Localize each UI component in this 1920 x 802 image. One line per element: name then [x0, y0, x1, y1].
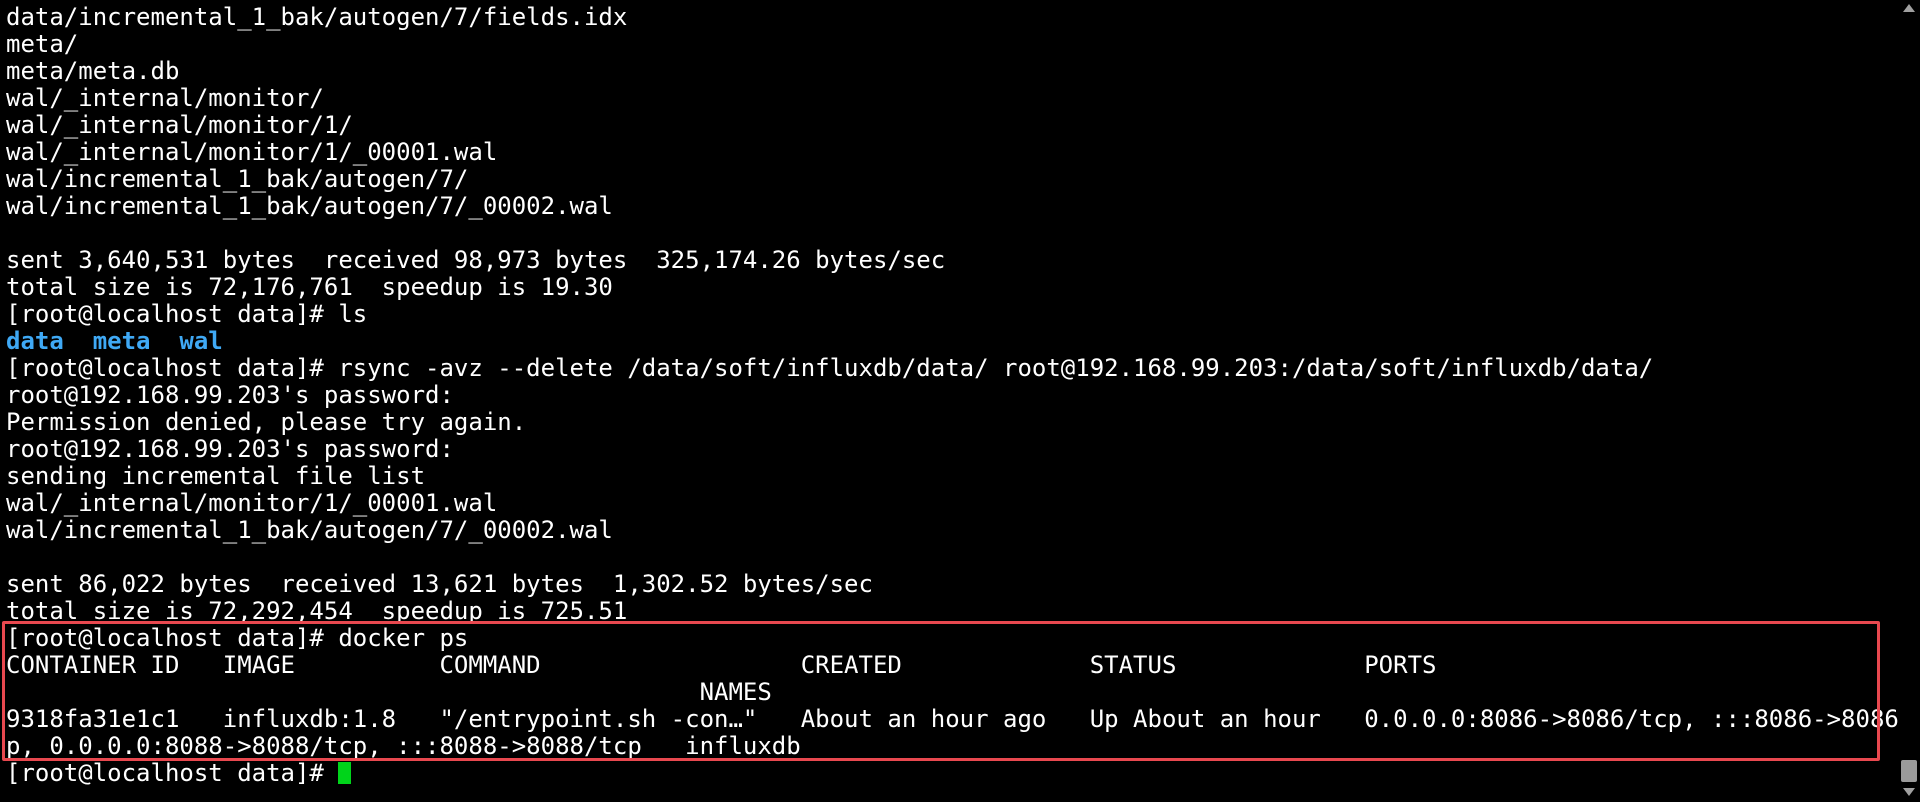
docker-ps-row-wrap: p, 0.0.0.0:8088->8088/tcp, :::8088->8088… — [6, 732, 801, 760]
terminal-line: wal/_internal/monitor/1/ — [6, 111, 353, 139]
terminal-line: wal/_internal/monitor/1/_00001.wal — [6, 138, 498, 166]
terminal-window[interactable]: data/incremental_1_bak/autogen/7/fields.… — [0, 0, 1920, 802]
vertical-scrollbar[interactable] — [1898, 0, 1920, 802]
terminal-line: [root@localhost data]# ls — [6, 300, 368, 328]
terminal-line: wal/_internal/monitor/1/_00001.wal — [6, 489, 498, 517]
terminal-line: Permission denied, please try again. — [6, 408, 527, 436]
terminal-output: data/incremental_1_bak/autogen/7/fields.… — [6, 3, 1920, 787]
terminal-line: total size is 72,176,761 speedup is 19.3… — [6, 273, 613, 301]
directory-entry: wal — [179, 327, 223, 355]
terminal-line: total size is 72,292,454 speedup is 725.… — [6, 597, 628, 625]
docker-ps-command: [root@localhost data]# docker ps — [6, 624, 469, 652]
terminal-line: sent 3,640,531 bytes received 98,973 byt… — [6, 246, 946, 274]
ls-output-line: data meta wal — [6, 328, 1896, 355]
docker-ps-row: 9318fa31e1c1 influxdb:1.8 "/entrypoint.s… — [6, 705, 1920, 733]
prompt-line[interactable]: [root@localhost data]# — [6, 760, 1896, 787]
terminal-line: wal/incremental_1_bak/autogen/7/ — [6, 165, 469, 193]
docker-ps-header: CONTAINER ID IMAGE COMMAND CREATED STATU… — [6, 651, 1437, 679]
directory-entry: meta — [92, 327, 151, 355]
terminal-line: sent 86,022 bytes received 13,621 bytes … — [6, 570, 873, 598]
terminal-line: sending incremental file list — [6, 462, 426, 490]
cursor — [338, 762, 352, 784]
terminal-line: root@192.168.99.203's password: — [6, 381, 454, 409]
terminal-line: [root@localhost data]# rsync -avz --dele… — [6, 354, 1654, 382]
terminal-line: wal/incremental_1_bak/autogen/7/_00002.w… — [6, 192, 613, 220]
terminal-line: meta/meta.db — [6, 57, 180, 85]
terminal-line: data/incremental_1_bak/autogen/7/fields.… — [6, 3, 628, 31]
scroll-up-arrow-icon[interactable] — [1903, 4, 1915, 12]
terminal-line: wal/incremental_1_bak/autogen/7/_00002.w… — [6, 516, 613, 544]
scroll-thumb[interactable] — [1901, 760, 1917, 782]
scroll-down-arrow-icon[interactable] — [1903, 788, 1915, 796]
directory-entry: data — [6, 327, 64, 355]
prompt: [root@localhost data]# — [6, 759, 339, 787]
terminal-line: wal/_internal/monitor/ — [6, 84, 324, 112]
docker-ps-header-names: NAMES — [6, 678, 772, 706]
terminal-line: meta/ — [6, 30, 79, 58]
terminal-line: root@192.168.99.203's password: — [6, 435, 454, 463]
